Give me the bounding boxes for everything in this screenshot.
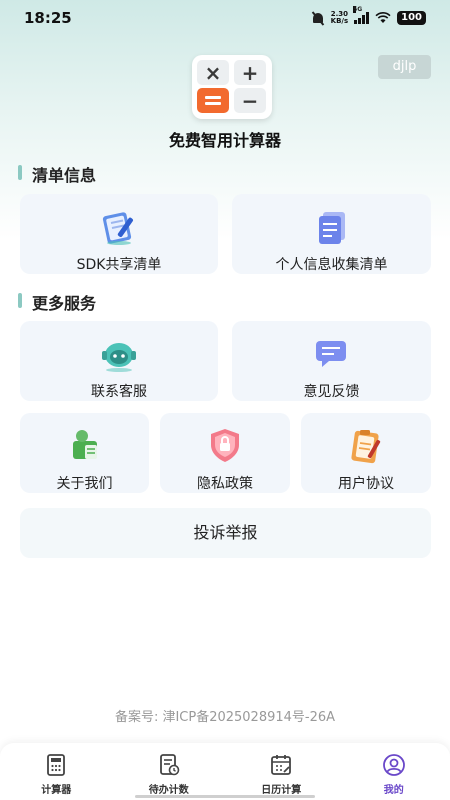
status-time: 18:25	[24, 9, 72, 27]
complaint-report-button[interactable]: 投诉举报	[20, 508, 431, 558]
sdk-share-list-label: SDK共享清单	[76, 257, 162, 273]
personal-info-list-label: 个人信息收集清单	[275, 257, 388, 273]
privacy-policy-label: 隐私政策	[197, 476, 253, 492]
icp-record-text: 备案号: 津ICP备2025028914号-26A	[114, 710, 336, 725]
todo-icon	[159, 754, 180, 776]
customer-service-icon	[102, 343, 136, 372]
nav-label-profile: 我的	[383, 785, 404, 796]
calendar-icon	[271, 755, 292, 775]
feedback-label: 意见反馈	[303, 384, 360, 400]
section-title-more-services: 更多服务	[18, 290, 96, 314]
multiply-icon: ×	[197, 60, 229, 85]
mute-bell-icon	[311, 11, 325, 25]
nav-label-calculator: 计算器	[41, 785, 72, 796]
about-us-card[interactable]: 关于我们	[20, 413, 149, 493]
calculator-icon	[47, 754, 66, 776]
person-doc-icon	[72, 430, 97, 459]
network-speed: 2.30 KB/s	[330, 10, 349, 25]
user-agreement-label: 用户协议	[338, 476, 394, 492]
cell-signal-icon: 5G	[353, 6, 370, 24]
bottom-nav: 计算器 待办计数 日历计算 我的	[0, 743, 450, 800]
app-title: 免费智用计算器	[168, 131, 281, 150]
clipboard-pen-icon	[351, 430, 381, 464]
nav-item-calendar[interactable]: 日历计算	[225, 743, 338, 800]
home-indicator[interactable]	[135, 795, 315, 798]
chat-bubble-icon	[315, 341, 346, 367]
plus-icon: +	[234, 60, 266, 85]
equals-icon	[197, 88, 229, 113]
signal-label: 5G	[353, 6, 363, 13]
contact-service-label: 联系客服	[91, 384, 147, 400]
privacy-policy-card[interactable]: 隐私政策	[160, 413, 290, 493]
user-agreement-card[interactable]: 用户协议	[301, 413, 431, 493]
nav-item-calculator[interactable]: 计算器	[0, 743, 113, 800]
nav-item-profile[interactable]: 我的	[338, 743, 450, 800]
user-tag-button[interactable]: djlp	[378, 55, 431, 79]
sdk-share-list-card[interactable]: SDK共享清单	[20, 194, 218, 274]
about-us-label: 关于我们	[56, 476, 113, 492]
profile-icon	[382, 754, 405, 776]
status-bar: 18:25 2.30 KB/s 5G 100	[0, 0, 450, 36]
nav-label-calendar: 日历计算	[261, 785, 302, 796]
notepad-pen-icon	[102, 212, 133, 245]
nav-item-todo[interactable]: 待办计数	[113, 743, 226, 800]
shield-lock-icon	[211, 429, 239, 462]
status-icons: 2.30 KB/s 5G 100	[311, 6, 426, 25]
battery-indicator: 100	[397, 11, 426, 25]
document-list-icon	[318, 212, 345, 244]
feedback-card[interactable]: 意见反馈	[232, 321, 431, 401]
app-logo: × + −	[192, 55, 272, 119]
minus-icon: −	[234, 88, 266, 113]
section-title-list-info: 清单信息	[18, 162, 96, 186]
contact-service-card[interactable]: 联系客服	[20, 321, 218, 401]
wifi-icon	[375, 12, 391, 23]
personal-info-list-card[interactable]: 个人信息收集清单	[232, 194, 431, 274]
nav-label-todo: 待办计数	[148, 785, 189, 796]
